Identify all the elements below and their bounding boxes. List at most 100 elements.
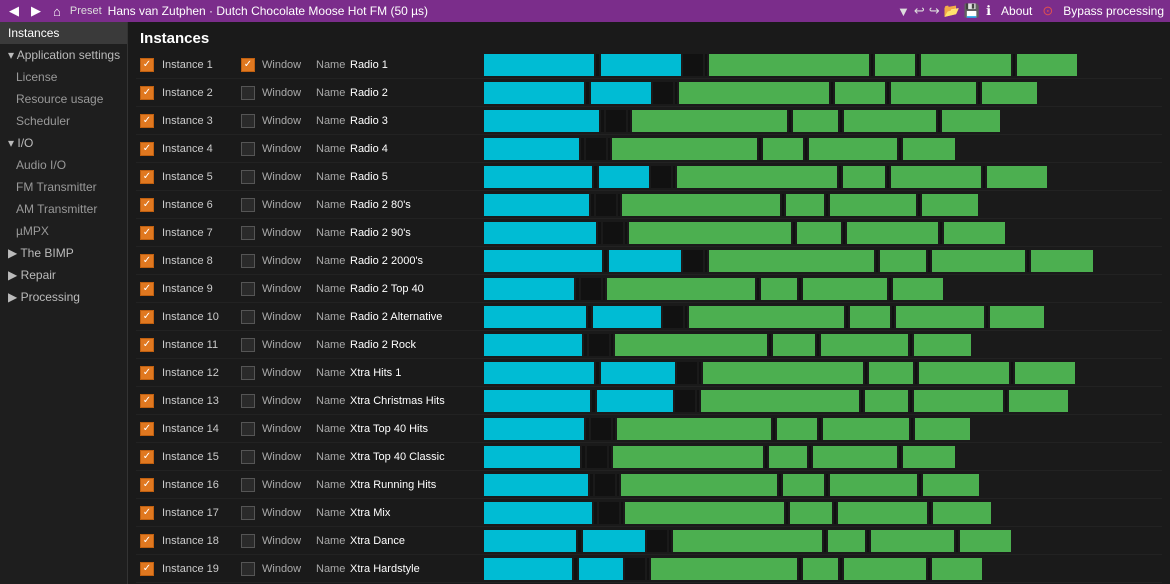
dropdown-button[interactable]: ▼ — [897, 4, 910, 19]
row-check-enabled[interactable] — [136, 86, 158, 100]
about-button[interactable]: About — [1001, 4, 1032, 18]
checkbox-unchecked[interactable] — [241, 562, 255, 576]
row-check-window[interactable] — [238, 254, 258, 268]
row-check-enabled[interactable] — [136, 478, 158, 492]
row-check-window[interactable] — [238, 366, 258, 380]
checkbox-unchecked[interactable] — [241, 114, 255, 128]
sidebar-item-audio-io[interactable]: Audio I/O — [0, 154, 127, 176]
row-check-enabled[interactable] — [136, 114, 158, 128]
checkbox-checked[interactable] — [140, 310, 154, 324]
row-check-enabled[interactable] — [136, 366, 158, 380]
row-check-enabled[interactable] — [136, 534, 158, 548]
checkbox-checked[interactable] — [140, 282, 154, 296]
sidebar-item-fm-transmitter[interactable]: FM Transmitter — [0, 176, 127, 198]
row-check-enabled[interactable] — [136, 282, 158, 296]
checkbox-checked[interactable] — [140, 562, 154, 576]
checkbox-unchecked[interactable] — [241, 506, 255, 520]
row-check-enabled[interactable] — [136, 254, 158, 268]
checkbox-checked[interactable] — [140, 450, 154, 464]
checkbox-unchecked[interactable] — [241, 394, 255, 408]
sidebar-item-resource-usage[interactable]: Resource usage — [0, 88, 127, 110]
checkbox-checked[interactable] — [140, 254, 154, 268]
sidebar-item-processing-header[interactable]: ▶ Processing — [0, 286, 127, 308]
checkbox-unchecked[interactable] — [241, 450, 255, 464]
row-check-enabled[interactable] — [136, 450, 158, 464]
row-check-window[interactable] — [238, 562, 258, 576]
row-check-enabled[interactable] — [136, 506, 158, 520]
back-button[interactable]: ◀ — [6, 3, 22, 19]
sidebar-item-instances[interactable]: Instances — [0, 22, 127, 44]
sidebar-item-umpx[interactable]: µMPX — [0, 220, 127, 242]
checkbox-checked[interactable] — [140, 226, 154, 240]
row-check-window[interactable] — [238, 450, 258, 464]
checkbox-unchecked[interactable] — [241, 142, 255, 156]
redo-button[interactable]: ↪ — [929, 3, 940, 19]
checkbox-checked[interactable] — [140, 86, 154, 100]
sidebar-item-license[interactable]: License — [0, 66, 127, 88]
row-check-window[interactable] — [238, 170, 258, 184]
row-check-enabled[interactable] — [136, 562, 158, 576]
row-check-window[interactable] — [238, 58, 258, 72]
row-check-enabled[interactable] — [136, 394, 158, 408]
checkbox-unchecked[interactable] — [241, 422, 255, 436]
checkbox-unchecked[interactable] — [241, 478, 255, 492]
row-check-enabled[interactable] — [136, 142, 158, 156]
bar-cyan-segment — [484, 278, 574, 300]
checkbox-unchecked[interactable] — [241, 198, 255, 212]
sidebar-item-io-header[interactable]: ▾ I/O — [0, 132, 127, 154]
checkbox-checked[interactable] — [140, 58, 154, 72]
row-check-window[interactable] — [238, 310, 258, 324]
checkbox-checked[interactable] — [140, 534, 154, 548]
row-check-window[interactable] — [238, 282, 258, 296]
row-check-window[interactable] — [238, 114, 258, 128]
row-check-window[interactable] — [238, 86, 258, 100]
checkbox-checked[interactable] — [140, 198, 154, 212]
checkbox-unchecked[interactable] — [241, 338, 255, 352]
checkbox-checked[interactable] — [140, 506, 154, 520]
bypass-processing-button[interactable]: Bypass processing — [1063, 4, 1164, 18]
checkbox-checked[interactable] — [140, 170, 154, 184]
checkbox-checked[interactable] — [140, 478, 154, 492]
row-check-window[interactable] — [238, 422, 258, 436]
undo-button[interactable]: ↩ — [914, 3, 925, 19]
row-check-window[interactable] — [238, 534, 258, 548]
checkbox-checked[interactable] — [140, 142, 154, 156]
checkbox-checked[interactable] — [140, 422, 154, 436]
checkbox-unchecked[interactable] — [241, 170, 255, 184]
row-check-window[interactable] — [238, 226, 258, 240]
sidebar-item-app-settings-header[interactable]: ▾ Application settings — [0, 44, 127, 66]
checkbox-checked[interactable] — [140, 366, 154, 380]
checkbox-unchecked[interactable] — [241, 282, 255, 296]
sidebar-item-repair-header[interactable]: ▶ Repair — [0, 264, 127, 286]
checkbox-checked[interactable] — [140, 394, 154, 408]
row-check-enabled[interactable] — [136, 198, 158, 212]
row-check-enabled[interactable] — [136, 422, 158, 436]
row-check-enabled[interactable] — [136, 170, 158, 184]
checkbox-unchecked[interactable] — [241, 226, 255, 240]
checkbox-unchecked[interactable] — [241, 310, 255, 324]
save-button[interactable]: 💾 — [964, 3, 980, 19]
row-check-window[interactable] — [238, 394, 258, 408]
open-button[interactable]: 📂 — [944, 3, 960, 19]
checkbox-checked[interactable] — [140, 114, 154, 128]
checkbox-checked[interactable] — [241, 58, 255, 72]
sidebar-item-scheduler[interactable]: Scheduler — [0, 110, 127, 132]
home-button[interactable]: ⌂ — [50, 4, 64, 19]
row-check-enabled[interactable] — [136, 310, 158, 324]
sidebar-item-am-transmitter[interactable]: AM Transmitter — [0, 198, 127, 220]
checkbox-checked[interactable] — [140, 338, 154, 352]
checkbox-unchecked[interactable] — [241, 534, 255, 548]
row-check-window[interactable] — [238, 142, 258, 156]
row-check-window[interactable] — [238, 198, 258, 212]
row-check-window[interactable] — [238, 338, 258, 352]
checkbox-unchecked[interactable] — [241, 366, 255, 380]
sidebar-item-bimp-header[interactable]: ▶ The BIMP — [0, 242, 127, 264]
row-check-enabled[interactable] — [136, 58, 158, 72]
row-check-enabled[interactable] — [136, 226, 158, 240]
row-check-enabled[interactable] — [136, 338, 158, 352]
checkbox-unchecked[interactable] — [241, 254, 255, 268]
checkbox-unchecked[interactable] — [241, 86, 255, 100]
forward-button[interactable]: ▶ — [28, 3, 44, 19]
row-check-window[interactable] — [238, 506, 258, 520]
row-check-window[interactable] — [238, 478, 258, 492]
